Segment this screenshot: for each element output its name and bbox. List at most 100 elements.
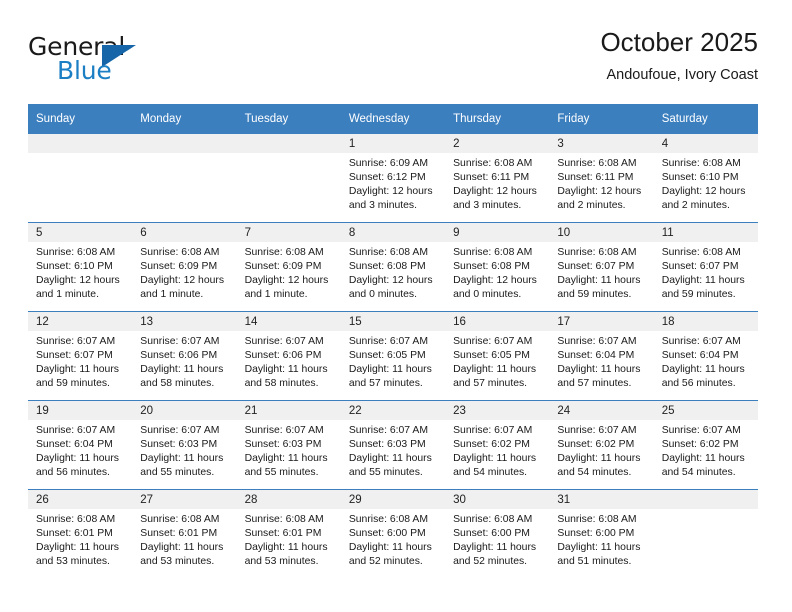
calendar-day-cell[interactable]: 25 Sunrise: 6:07 AM Sunset: 6:02 PM Dayligh…: [653, 400, 758, 490]
day-cell-inner: [236, 134, 341, 222]
calendar-day-cell[interactable]: 20 Sunrise: 6:07 AM Sunset: 6:03 PM Dayligh…: [132, 400, 237, 490]
day-number: 20: [132, 401, 237, 420]
sunrise-time: Sunrise: 6:08 AM: [661, 247, 741, 258]
day-details: Sunrise: 6:08 AM Sunset: 6:01 PM Daylight:…: [237, 509, 341, 569]
daylight-duration-line2: and 1 minute.: [140, 289, 204, 301]
calendar-day-cell[interactable]: 31 Sunrise: 6:08 AM Sunset: 6:00 PM Dayligh…: [549, 489, 654, 578]
daylight-duration-line2: and 0 minutes.: [348, 289, 418, 301]
daylight-duration-line1: Daylight: 11 hours: [557, 453, 641, 465]
calendar-day-cell[interactable]: 10 Sunrise: 6:08 AM Sunset: 6:07 PM Dayligh…: [549, 222, 654, 312]
sunset-time: Sunset: 6:00 PM: [557, 528, 635, 540]
sunset-time: Sunset: 6:03 PM: [348, 439, 426, 451]
general-blue-logo[interactable]: General Blue: [28, 32, 218, 88]
daylight-duration-line1: Daylight: 11 hours: [661, 275, 745, 287]
calendar-day-cell[interactable]: 3 Sunrise: 6:08 AM Sunset: 6:11 PM Daylight…: [549, 134, 654, 223]
day-number: 9: [445, 223, 550, 242]
day-details: Sunrise: 6:08 AM Sunset: 6:00 PM Daylight:…: [549, 509, 653, 569]
day-details: Sunrise: 6:07 AM Sunset: 6:02 PM Daylight:…: [445, 420, 549, 480]
day-details: Sunrise: 6:08 AM Sunset: 6:01 PM Daylight:…: [28, 509, 132, 569]
daylight-duration-line1: Daylight: 11 hours: [36, 364, 119, 376]
calendar-day-cell[interactable]: 5 Sunrise: 6:08 AM Sunset: 6:10 PM Daylight…: [28, 222, 133, 312]
daylight-duration-line2: and 2 minutes.: [557, 200, 626, 212]
day-details: Sunrise: 6:07 AM Sunset: 6:05 PM Daylight:…: [445, 331, 549, 391]
calendar-day-cell[interactable]: 27 Sunrise: 6:08 AM Sunset: 6:01 PM Dayligh…: [132, 489, 237, 578]
day-details: [132, 153, 236, 157]
sunset-time: Sunset: 6:12 PM: [348, 172, 426, 184]
calendar-day-cell[interactable]: 7 Sunrise: 6:08 AM Sunset: 6:09 PM Daylight…: [236, 222, 341, 312]
daylight-duration-line2: and 59 minutes.: [36, 378, 110, 390]
day-number: 12: [28, 312, 133, 331]
sunrise-time: Sunrise: 6:08 AM: [661, 158, 741, 169]
calendar-day-cell[interactable]: 8 Sunrise: 6:08 AM Sunset: 6:08 PM Daylight…: [340, 222, 446, 312]
day-number: [28, 134, 133, 153]
day-cell-inner: 27 Sunrise: 6:08 AM Sunset: 6:01 PM Dayligh…: [132, 490, 237, 578]
day-cell-inner: 19 Sunrise: 6:07 AM Sunset: 6:04 PM Dayligh…: [28, 401, 133, 489]
daylight-duration-line2: and 2 minutes.: [661, 200, 730, 212]
calendar-day-cell[interactable]: 29 Sunrise: 6:08 AM Sunset: 6:00 PM Dayligh…: [340, 489, 446, 578]
calendar-week-row: 19 Sunrise: 6:07 AM Sunset: 6:04 PM Dayligh…: [28, 400, 758, 490]
daylight-duration-line2: and 0 minutes.: [453, 289, 522, 301]
calendar-day-cell[interactable]: 16 Sunrise: 6:07 AM Sunset: 6:05 PM Dayligh…: [445, 311, 550, 401]
day-number: 16: [445, 312, 550, 331]
sunrise-time: Sunrise: 6:08 AM: [557, 247, 637, 258]
daylight-duration-line1: Daylight: 11 hours: [453, 453, 537, 465]
calendar-day-cell[interactable]: 1 Sunrise: 6:09 AM Sunset: 6:12 PM Daylight…: [340, 134, 446, 223]
daylight-duration-line1: Daylight: 11 hours: [140, 453, 224, 465]
daylight-duration-line2: and 52 minutes.: [453, 556, 528, 568]
daylight-duration-line1: Daylight: 11 hours: [661, 453, 745, 465]
daylight-duration-line2: and 55 minutes.: [348, 467, 423, 479]
sunrise-time: Sunrise: 6:08 AM: [140, 514, 220, 525]
day-details: Sunrise: 6:08 AM Sunset: 6:00 PM Daylight:…: [341, 509, 445, 569]
day-number: 8: [340, 223, 446, 242]
calendar-day-cell[interactable]: 2 Sunrise: 6:08 AM Sunset: 6:11 PM Daylight…: [445, 134, 550, 223]
day-details: [28, 153, 132, 157]
calendar-day-cell[interactable]: 9 Sunrise: 6:08 AM Sunset: 6:08 PM Daylight…: [445, 222, 550, 312]
calendar-day-cell[interactable]: 13 Sunrise: 6:07 AM Sunset: 6:06 PM Dayligh…: [132, 311, 237, 401]
calendar-day-cell[interactable]: 11 Sunrise: 6:08 AM Sunset: 6:07 PM Dayligh…: [653, 222, 758, 312]
sunrise-time: Sunrise: 6:09 AM: [348, 158, 428, 169]
daylight-duration-line2: and 54 minutes.: [453, 467, 528, 479]
calendar-day-cell[interactable]: 26 Sunrise: 6:08 AM Sunset: 6:01 PM Dayligh…: [28, 489, 133, 578]
calendar-day-cell[interactable]: 23 Sunrise: 6:07 AM Sunset: 6:02 PM Dayligh…: [445, 400, 550, 490]
day-number: 4: [653, 134, 758, 153]
daylight-duration-line2: and 57 minutes.: [348, 378, 423, 390]
daylight-duration-line1: Daylight: 11 hours: [140, 364, 224, 376]
page-title: October 2025: [600, 27, 758, 57]
day-cell-inner: 11 Sunrise: 6:08 AM Sunset: 6:07 PM Dayligh…: [653, 223, 758, 311]
sunrise-time: Sunrise: 6:07 AM: [557, 336, 637, 347]
day-number: 2: [445, 134, 550, 153]
calendar-day-cell[interactable]: 15 Sunrise: 6:07 AM Sunset: 6:05 PM Dayligh…: [340, 311, 446, 401]
calendar-day-cell[interactable]: 30 Sunrise: 6:08 AM Sunset: 6:00 PM Dayligh…: [445, 489, 550, 578]
sunset-time: Sunset: 6:10 PM: [36, 261, 113, 273]
day-number: 22: [340, 401, 446, 420]
calendar-day-cell[interactable]: 14 Sunrise: 6:07 AM Sunset: 6:06 PM Dayligh…: [236, 311, 341, 401]
daylight-duration-line1: Daylight: 11 hours: [348, 453, 432, 465]
calendar-day-cell: [236, 134, 341, 223]
calendar-day-cell[interactable]: 12 Sunrise: 6:07 AM Sunset: 6:07 PM Dayligh…: [28, 311, 133, 401]
day-details: Sunrise: 6:07 AM Sunset: 6:04 PM Daylight:…: [654, 331, 758, 391]
calendar-day-cell[interactable]: 6 Sunrise: 6:08 AM Sunset: 6:09 PM Daylight…: [132, 222, 237, 312]
calendar-day-cell[interactable]: 28 Sunrise: 6:08 AM Sunset: 6:01 PM Dayligh…: [236, 489, 341, 578]
day-details: Sunrise: 6:08 AM Sunset: 6:09 PM Daylight:…: [132, 242, 236, 302]
day-number: 13: [132, 312, 237, 331]
calendar-day-cell[interactable]: 17 Sunrise: 6:07 AM Sunset: 6:04 PM Dayligh…: [549, 311, 654, 401]
calendar-day-cell[interactable]: 4 Sunrise: 6:08 AM Sunset: 6:10 PM Daylight…: [653, 134, 758, 223]
calendar-day-cell[interactable]: 24 Sunrise: 6:07 AM Sunset: 6:02 PM Dayligh…: [549, 400, 654, 490]
day-cell-inner: 31 Sunrise: 6:08 AM Sunset: 6:00 PM Dayligh…: [549, 490, 654, 578]
day-details: Sunrise: 6:07 AM Sunset: 6:04 PM Daylight:…: [549, 331, 653, 391]
calendar-day-cell[interactable]: 19 Sunrise: 6:07 AM Sunset: 6:04 PM Dayligh…: [28, 400, 133, 490]
sunrise-time: Sunrise: 6:08 AM: [244, 247, 324, 258]
day-cell-inner: 5 Sunrise: 6:08 AM Sunset: 6:10 PM Daylight…: [28, 223, 133, 311]
day-details: Sunrise: 6:08 AM Sunset: 6:00 PM Daylight:…: [445, 509, 549, 569]
day-number: [132, 134, 237, 153]
day-cell-inner: 18 Sunrise: 6:07 AM Sunset: 6:04 PM Dayligh…: [653, 312, 758, 400]
calendar-day-cell[interactable]: 22 Sunrise: 6:07 AM Sunset: 6:03 PM Dayligh…: [340, 400, 446, 490]
calendar-day-cell[interactable]: 18 Sunrise: 6:07 AM Sunset: 6:04 PM Dayligh…: [653, 311, 758, 401]
day-number: 7: [236, 223, 341, 242]
calendar-body: 1 Sunrise: 6:09 AM Sunset: 6:12 PM Daylight…: [28, 134, 758, 578]
sunrise-time: Sunrise: 6:08 AM: [557, 514, 637, 525]
day-cell-inner: 21 Sunrise: 6:07 AM Sunset: 6:03 PM Dayligh…: [236, 401, 341, 489]
day-number: 31: [549, 490, 654, 509]
daylight-duration-line1: Daylight: 11 hours: [557, 542, 641, 554]
calendar-day-cell[interactable]: 21 Sunrise: 6:07 AM Sunset: 6:03 PM Dayligh…: [236, 400, 341, 490]
